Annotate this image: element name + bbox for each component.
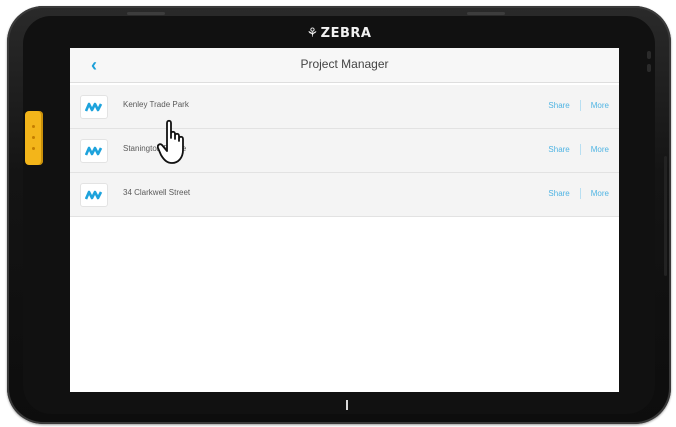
home-indicator[interactable] bbox=[346, 400, 348, 410]
project-name: 34 Clarkwell Street bbox=[123, 188, 191, 197]
top-clip-right bbox=[467, 12, 505, 15]
app-header: ‹ Project Manager bbox=[70, 48, 619, 83]
project-logo-icon bbox=[80, 183, 108, 207]
app-screen: ‹ Project Manager Kenley Trade Park Shar… bbox=[70, 48, 619, 392]
right-edge-groove bbox=[664, 156, 667, 276]
project-row[interactable]: Kenley Trade Park Share More bbox=[70, 85, 619, 129]
project-name: Kenley Trade Park bbox=[123, 100, 189, 109]
row-actions: Share More bbox=[548, 188, 609, 199]
camera-sensor bbox=[647, 51, 651, 59]
scan-side-button[interactable] bbox=[25, 111, 43, 165]
row-actions: Share More bbox=[548, 100, 609, 111]
share-link[interactable]: Share bbox=[548, 101, 569, 110]
project-row[interactable]: Stanington Estate Share More bbox=[70, 129, 619, 173]
action-divider bbox=[579, 100, 581, 111]
share-link[interactable]: Share bbox=[548, 145, 569, 154]
share-link[interactable]: Share bbox=[548, 189, 569, 198]
brand-label: ZEBRA bbox=[320, 26, 372, 41]
page-title: Project Manager bbox=[300, 57, 389, 71]
pointing-hand-icon bbox=[157, 119, 184, 164]
more-link[interactable]: More bbox=[591, 101, 609, 110]
side-button-dot bbox=[32, 136, 35, 139]
project-logo-icon bbox=[80, 95, 108, 119]
more-link[interactable]: More bbox=[591, 145, 609, 154]
top-clip-left bbox=[127, 12, 165, 15]
light-sensor bbox=[647, 64, 651, 72]
side-button-dot bbox=[32, 147, 35, 150]
more-link[interactable]: More bbox=[591, 189, 609, 198]
device-brand: ⚘ ZEBRA bbox=[7, 26, 671, 41]
zebra-head-icon: ⚘ bbox=[306, 26, 319, 41]
action-divider bbox=[579, 144, 581, 155]
action-divider bbox=[579, 188, 581, 199]
project-logo-icon bbox=[80, 139, 108, 163]
project-row[interactable]: 34 Clarkwell Street Share More bbox=[70, 173, 619, 217]
project-list: Kenley Trade Park Share More Stanington … bbox=[70, 85, 619, 217]
side-button-dot bbox=[32, 125, 35, 128]
row-actions: Share More bbox=[548, 144, 609, 155]
